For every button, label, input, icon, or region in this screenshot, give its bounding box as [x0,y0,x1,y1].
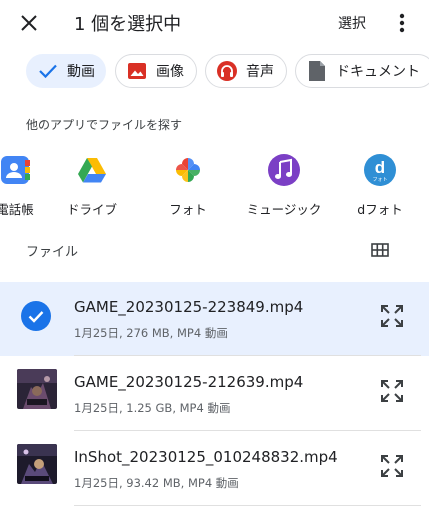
selection-count-title: 1 個を選択中 [74,14,182,35]
app-name: dフォト [357,202,403,217]
close-button[interactable] [14,8,44,38]
file-row[interactable]: GAME_20230125-212639.mp4 1月25日, 1.25 GB,… [0,357,429,431]
file-name: InShot_20230125_010248832.mp4 [74,448,338,466]
app-name: ドライブ [66,202,117,217]
row-divider [74,505,421,506]
chip-audio[interactable]: 音声 [205,54,287,88]
expand-icon [381,305,403,327]
chip-label: 動画 [67,64,95,80]
d-photo-icon-letter: d [375,158,385,177]
file-meta: 1月25日, 276 MB, MP4 動画 [74,326,228,340]
grid-view-icon [371,243,389,257]
video-thumbnail [17,369,57,409]
headphones-icon [216,60,238,82]
google-photos-icon [170,152,206,188]
file-meta: 1月25日, 93.42 MB, MP4 動画 [74,476,239,490]
check-icon [37,60,59,82]
file-meta: 1月25日, 1.25 GB, MP4 動画 [74,401,231,415]
files-section-label: ファイル [26,245,79,260]
filter-chips: 動画 画像 音声 ドキュメント [0,54,429,92]
row-divider [74,355,421,356]
app-name: ミュージック [246,202,322,217]
image-icon [126,60,148,82]
document-icon [306,60,328,82]
google-drive-icon [74,152,110,188]
file-name: GAME_20230125-223849.mp4 [74,298,304,316]
music-icon [266,152,302,188]
d-photo-icon: d フォト [362,152,398,188]
video-thumbnail [17,444,57,484]
expand-icon [381,380,403,402]
top-app-bar: 1 個を選択中 選択 [0,0,429,46]
d-photo-icon-subtext: フォト [372,177,387,183]
contacts-icon [0,152,33,188]
chip-label: 音声 [246,64,274,80]
expand-preview-button[interactable] [378,302,406,330]
app-drive[interactable]: ドライブ [47,148,137,218]
other-apps-row: 電話帳 ドライブ フォト ミュージック d フォト dフォト [0,148,429,220]
app-name: フォト [169,202,207,217]
grid-view-button[interactable] [368,238,392,262]
file-row[interactable]: GAME_20230125-223849.mp4 1月25日, 276 MB, … [0,282,429,356]
file-row[interactable]: InShot_20230125_010248832.mp4 1月25日, 93.… [0,432,429,506]
selected-check-icon[interactable] [21,301,51,331]
expand-preview-button[interactable] [378,452,406,480]
row-divider [74,430,421,431]
more-options-button[interactable] [389,8,415,38]
chip-label: ドキュメント [336,64,420,80]
expand-icon [381,455,403,477]
more-vert-icon [399,13,405,33]
other-apps-label: 他のアプリでファイルを探す [26,118,183,132]
app-photos[interactable]: フォト [143,148,233,218]
file-name: GAME_20230125-212639.mp4 [74,373,304,391]
chip-label: 画像 [156,64,184,80]
app-music[interactable]: ミュージック [239,148,329,218]
expand-preview-button[interactable] [378,377,406,405]
chip-image[interactable]: 画像 [115,54,197,88]
chip-video[interactable]: 動画 [26,54,106,88]
app-d-photo[interactable]: d フォト dフォト [335,148,425,218]
chip-document[interactable]: ドキュメント [295,54,429,88]
close-icon [21,15,37,31]
select-button[interactable]: 選択 [338,13,366,33]
